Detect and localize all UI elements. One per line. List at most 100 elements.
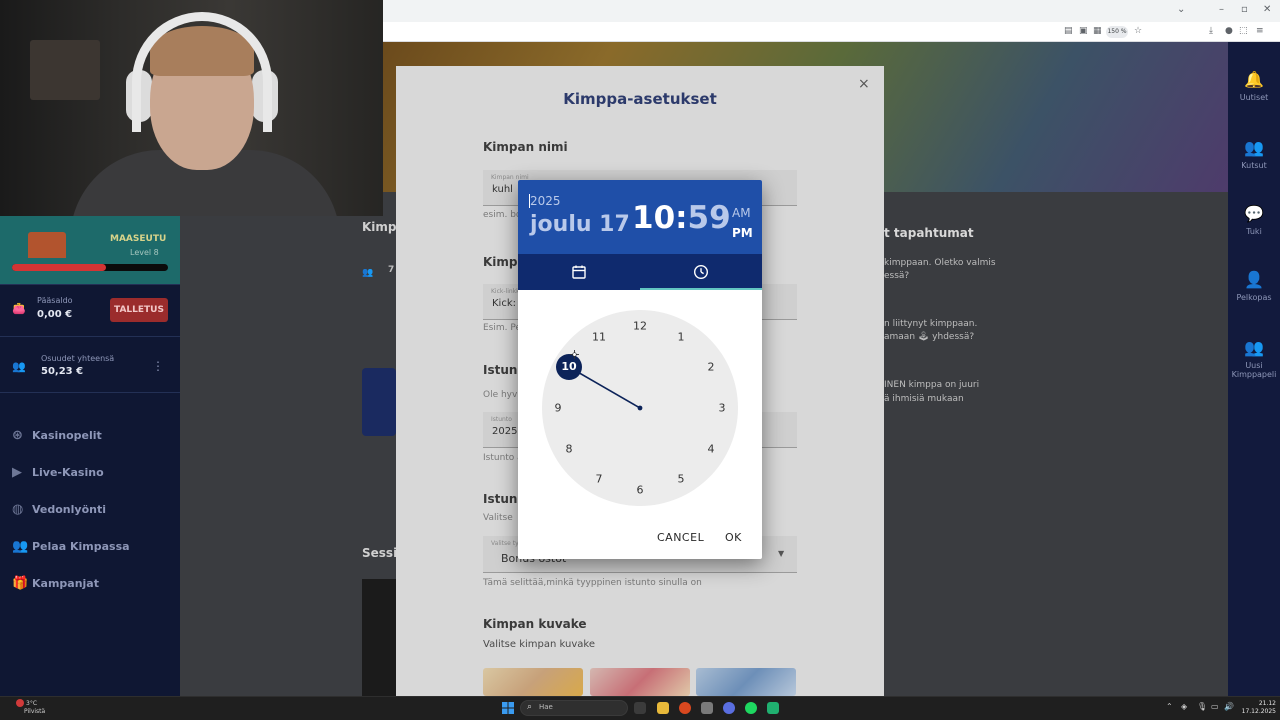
icon-helper: Valitse kimpan kuvake — [483, 639, 595, 650]
picker-am[interactable]: AM — [732, 206, 751, 220]
profile-icon[interactable]: ● — [1225, 26, 1233, 36]
clock-hour[interactable]: 9 — [555, 402, 562, 415]
bg-session-card — [362, 579, 396, 696]
modal-title: Kimppa-asetukset — [563, 90, 717, 108]
level-progress-fill — [12, 264, 106, 271]
tab-search-icon[interactable]: ⌄ — [1177, 4, 1185, 15]
right-nav-item-news[interactable]: 🔔 Uutiset — [1228, 70, 1280, 102]
chrome-icon[interactable] — [723, 702, 735, 714]
picker-date[interactable]: joulu 17 — [530, 212, 630, 237]
bg-left-title: Kimp — [362, 220, 397, 234]
download-icon[interactable]: ⤓ — [1209, 26, 1213, 36]
bg-event-line: kimppaan. Oletko valmis — [884, 258, 996, 268]
clock-hour[interactable]: 6 — [637, 484, 644, 497]
clock-hour[interactable]: 4 — [708, 443, 715, 456]
address-bar[interactable]: ▤ ▣ ▦ ☆ ⤓ ● ⬚ ≡ — [383, 22, 1280, 42]
right-nav-label: Tuki — [1246, 227, 1262, 236]
reader-icon[interactable]: ▤ — [1064, 26, 1073, 36]
level-name: MAASEUTU — [110, 234, 167, 244]
clock-hour[interactable]: 11 — [592, 330, 606, 343]
active-tab-indicator — [640, 288, 762, 290]
firefox-icon[interactable] — [679, 702, 691, 714]
right-nav-label: Uusi Kimppapeli — [1231, 361, 1277, 379]
zoom-indicator[interactable]: 150 % — [1106, 26, 1128, 38]
file-explorer-icon[interactable] — [657, 702, 669, 714]
extensions-icon[interactable]: ⬚ — [1239, 26, 1248, 36]
type-helper: Valitse — [483, 513, 513, 523]
app-icon[interactable] — [701, 702, 713, 714]
type-select-arrow-icon[interactable]: ▼ — [778, 549, 784, 558]
session-helper-2: Istunto a — [483, 453, 523, 463]
clock-hour[interactable]: 3 — [719, 402, 726, 415]
group-icon-option[interactable] — [696, 668, 796, 696]
right-nav-item-support[interactable]: 💬 Tuki — [1228, 204, 1280, 236]
spotify-icon[interactable] — [745, 702, 757, 714]
microphone-icon[interactable]: 🎙 — [1197, 702, 1207, 711]
picker-pm[interactable]: PM — [732, 226, 753, 240]
deposit-button[interactable]: TALLETUS — [110, 298, 168, 322]
right-nav-label: Uutiset — [1239, 93, 1269, 102]
nav-item-live-casino[interactable]: ▶ Live-Kasino — [12, 465, 172, 487]
clock-hour[interactable]: 1 — [678, 330, 685, 343]
webcam-overlay — [0, 0, 383, 216]
clock-hour[interactable]: 7 — [596, 473, 603, 486]
weather-desc: Pilvistä — [24, 708, 46, 715]
task-view-icon[interactable] — [634, 702, 646, 714]
menu-icon[interactable]: ≡ — [1256, 26, 1264, 36]
left-nav: MAASEUTU Level 8 👛 Pääsaldo 0,00 € TALLE… — [0, 216, 180, 696]
bg-session-avatar — [362, 368, 396, 436]
weather-icon — [16, 699, 24, 707]
weather-widget[interactable]: 3°C Pilvistä — [24, 700, 46, 716]
tab-date[interactable] — [518, 254, 640, 290]
picker-minute[interactable]: 59 — [688, 200, 731, 236]
right-nav-item-invites[interactable]: 👥 Kutsut — [1228, 138, 1280, 170]
tab-icon[interactable]: ▣ — [1079, 26, 1088, 36]
clock-hour[interactable]: 8 — [565, 443, 572, 456]
tray-chevron-icon[interactable]: ⌃ — [1166, 702, 1173, 711]
bell-icon: 🔔 — [1244, 70, 1264, 89]
bg-members: 7 — [388, 265, 395, 275]
clock-hour[interactable]: 12 — [633, 320, 647, 333]
bg-events-title: t tapahtumat — [884, 226, 974, 240]
right-nav: 🔔 Uutiset 👥 Kutsut 💬 Tuki 👤 Pelkopas 👥 U… — [1228, 42, 1280, 696]
clock-hour[interactable]: 5 — [678, 473, 685, 486]
picker-year[interactable]: 2025 — [530, 194, 561, 208]
screenshot-icon[interactable]: ▦ — [1093, 26, 1102, 36]
volume-icon[interactable]: 🔊 — [1224, 702, 1234, 711]
balance-value: 0,00 € — [37, 309, 73, 320]
nav-item-label: Vedonlyönti — [32, 503, 106, 516]
group-icon-option[interactable] — [483, 668, 583, 696]
webcam-shelf — [30, 40, 100, 100]
ok-button[interactable]: OK — [725, 531, 742, 544]
windows-start-icon[interactable] — [502, 702, 514, 714]
group-icon-option[interactable] — [590, 668, 690, 696]
tray-app-icon[interactable]: ◈ — [1181, 702, 1187, 711]
nav-item-casino[interactable]: ⊛ Kasinopelit — [12, 428, 172, 450]
nav-item-campaigns[interactable]: 🎁 Kampanjat — [12, 576, 172, 598]
nav-item-group-play[interactable]: 👥 Pelaa Kimpassa — [12, 539, 172, 561]
tab-time[interactable] — [640, 254, 762, 290]
taskbar-search[interactable]: ⌕ Hae — [520, 700, 628, 716]
close-window-icon[interactable]: ✕ — [1263, 4, 1271, 15]
right-nav-item-new-group[interactable]: 👥 Uusi Kimppapeli — [1228, 338, 1280, 379]
taskbar-clock[interactable]: 21.12 17.12.2025 — [1240, 700, 1276, 716]
nav-item-betting[interactable]: ◍ Vedonlyönti — [12, 502, 172, 524]
clock-hour[interactable]: 2 — [708, 361, 715, 374]
cancel-button[interactable]: CANCEL — [657, 531, 704, 544]
picker-hour[interactable]: 10 — [632, 200, 675, 236]
right-nav-item-guide[interactable]: 👤 Pelkopas — [1228, 270, 1280, 302]
clock-icon — [693, 264, 709, 280]
nav-item-label: Live-Kasino — [32, 466, 104, 479]
clock-face[interactable]: 12 1 2 3 4 5 6 7 8 9 10 11 — [542, 310, 738, 506]
level-card[interactable]: MAASEUTU Level 8 — [0, 216, 180, 284]
shares-more-icon[interactable]: ⋮ — [152, 359, 164, 373]
network-icon[interactable]: ▭ — [1211, 702, 1219, 711]
bookmark-star-icon[interactable]: ☆ — [1134, 26, 1142, 36]
app-icon[interactable] — [767, 702, 779, 714]
minimize-icon[interactable]: – — [1219, 4, 1224, 15]
search-icon: ⌕ — [527, 702, 533, 712]
new-group-icon: 👥 — [1244, 338, 1264, 357]
modal-close-icon[interactable]: × — [858, 76, 870, 92]
maximize-icon[interactable]: ▫ — [1241, 4, 1248, 15]
calendar-icon — [572, 265, 586, 279]
